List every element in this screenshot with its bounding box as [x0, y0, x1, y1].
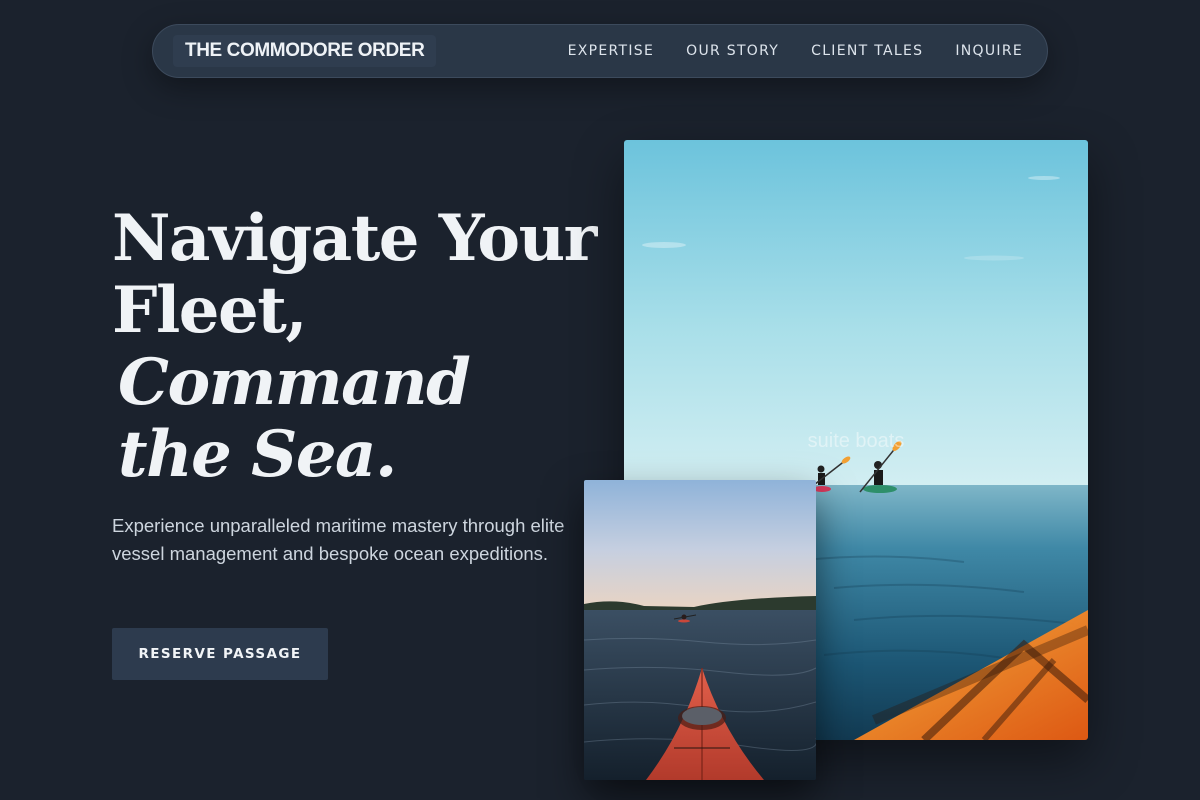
hero-subtext: Experience unparalleled maritime mastery…	[112, 515, 565, 564]
nav-links: EXPERTISE OUR STORY CLIENT TALES INQUIRE	[536, 25, 1023, 77]
secondary-image-kayak	[584, 480, 816, 780]
headline-line: Navigate Your	[112, 201, 597, 276]
nav-link-inquire[interactable]: INQUIRE	[955, 43, 1023, 59]
headline-line-italic: Command	[118, 345, 471, 420]
nav-link-our-story[interactable]: OUR STORY	[686, 43, 779, 59]
reserve-passage-button[interactable]: RESERVE PASSAGE	[112, 628, 328, 680]
hero-headline: Navigate Your Fleet, Command the Sea.	[112, 201, 597, 492]
brand-logo[interactable]: THE COMMODORE ORDER	[173, 35, 437, 67]
nav-link-client-tales[interactable]: CLIENT TALES	[811, 43, 923, 59]
top-navigation: THE COMMODORE ORDER EXPERTISE OUR STORY …	[152, 24, 1048, 78]
headline-line-italic: the Sea.	[118, 417, 397, 492]
image-alt-text: suite boats	[807, 430, 905, 452]
page: THE COMMODORE ORDER EXPERTISE OUR STORY …	[0, 0, 1200, 800]
nav-link-expertise[interactable]: EXPERTISE	[568, 43, 655, 59]
headline-line: Fleet,	[112, 273, 308, 348]
kayak-bow-photo	[584, 480, 816, 780]
